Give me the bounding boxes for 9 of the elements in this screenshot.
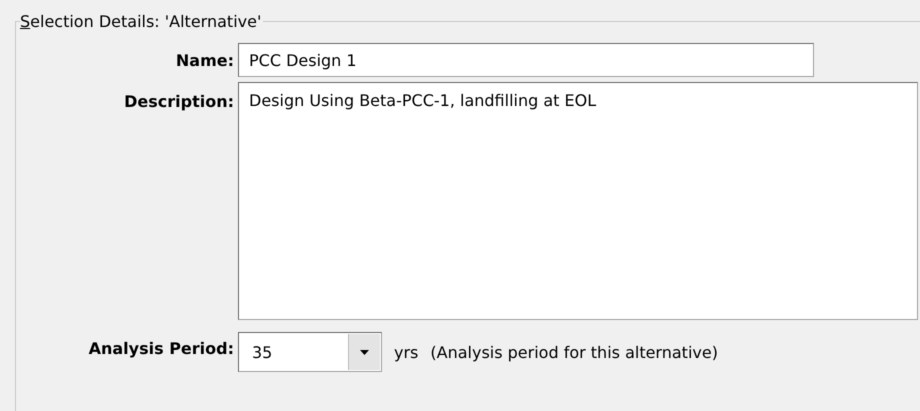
analysis-period-label: Analysis Period:: [88, 339, 234, 358]
name-field[interactable]: PCC Design 1: [238, 43, 814, 77]
group-title: Selection Details: 'Alternative': [20, 12, 262, 31]
analysis-period-note: (Analysis period for this alternative): [430, 342, 718, 362]
unit-label: yrs: [394, 342, 418, 362]
description-field[interactable]: Design Using Beta-PCC-1, landfilling at EOL: [238, 82, 918, 320]
description-label: Description:: [123, 91, 234, 111]
analysis-period-dropdown[interactable]: 35: [238, 332, 382, 372]
name-label: Name:: [174, 50, 234, 70]
